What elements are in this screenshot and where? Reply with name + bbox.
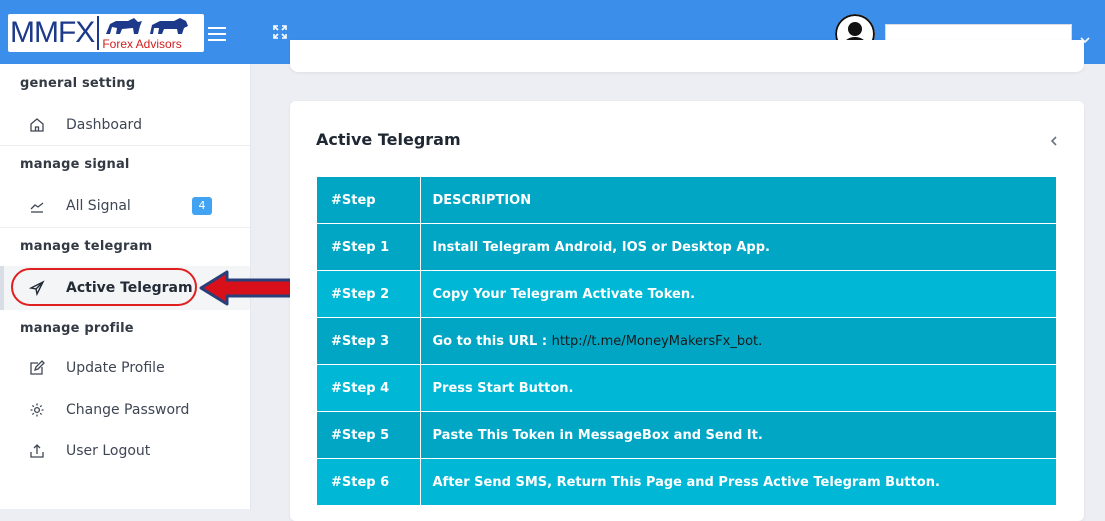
- sidebar-item-label: User Logout: [66, 443, 151, 459]
- table-row: #Step 2 Copy Your Telegram Activate Toke…: [317, 270, 1057, 318]
- step-cell: #Step 5: [317, 411, 421, 459]
- description-cell: Copy Your Telegram Activate Token.: [420, 270, 1057, 318]
- table-row: #Step 1 Install Telegram Android, IOS or…: [317, 223, 1057, 271]
- logo-mark: Forex Advisors: [102, 16, 190, 50]
- step-cell: #Step 1: [317, 223, 421, 271]
- column-header-step: #Step: [317, 177, 421, 224]
- edit-icon: [26, 357, 48, 379]
- step-cell: #Step 2: [317, 270, 421, 318]
- logo-divider: [97, 16, 100, 50]
- description-cell: Go to this URL : http://t.me/MoneyMakers…: [420, 317, 1057, 365]
- active-indicator: [0, 266, 4, 310]
- table-row: #Step 4 Press Start Button.: [317, 364, 1057, 412]
- description-text: Go to this URL :: [432, 333, 552, 349]
- description-cell: Install Telegram Android, IOS or Desktop…: [420, 223, 1057, 271]
- step-cell: #Step 4: [317, 364, 421, 412]
- table-row: #Step 5 Paste This Token in MessageBox a…: [317, 411, 1057, 459]
- step-cell: #Step 3: [317, 317, 421, 365]
- step-cell: #Step 6: [317, 458, 421, 506]
- home-icon: [26, 114, 48, 136]
- card-title: Active Telegram: [316, 130, 461, 149]
- bull-bear-icon: [102, 16, 190, 38]
- bot-url-link[interactable]: http://t.me/MoneyMakersFx_bot.: [552, 334, 763, 349]
- logout-icon: [26, 440, 48, 462]
- table-row: #Step 6 After Send SMS, Return This Page…: [317, 458, 1057, 506]
- gear-icon: [26, 399, 48, 421]
- highlight-oval: [11, 268, 197, 306]
- sidebar-item-all-signal[interactable]: All Signal: [20, 191, 131, 221]
- section-manage-signal: manage signal: [20, 157, 130, 172]
- brand-logo[interactable]: MMFX Forex Advisors: [8, 14, 204, 52]
- sidebar-item-label: Update Profile: [66, 360, 165, 376]
- description-cell: Paste This Token in MessageBox and Send …: [420, 411, 1057, 459]
- sidebar-item-update-profile[interactable]: Update Profile: [20, 353, 165, 383]
- column-header-description: DESCRIPTION: [420, 177, 1057, 224]
- description-cell: After Send SMS, Return This Page and Pre…: [420, 458, 1057, 506]
- sidebar-item-label: Change Password: [66, 402, 190, 418]
- table-row: #Step 3 Go to this URL : http://t.me/Mon…: [317, 317, 1057, 365]
- section-general-setting: general setting: [20, 76, 136, 91]
- chevron-down-icon[interactable]: [1078, 30, 1092, 44]
- top-card: [290, 40, 1084, 72]
- sidebar-item-dashboard[interactable]: Dashboard: [20, 110, 142, 140]
- sidebar-item-label: Dashboard: [66, 117, 142, 133]
- chevron-left-icon[interactable]: [1049, 133, 1059, 147]
- divider: [0, 227, 250, 228]
- description-cell: Press Start Button.: [420, 364, 1057, 412]
- steps-table: #Step DESCRIPTION #Step 1 Install Telegr…: [317, 177, 1057, 506]
- section-manage-telegram: manage telegram: [20, 239, 153, 254]
- menu-toggle-icon[interactable]: [208, 27, 226, 41]
- section-manage-profile: manage profile: [20, 321, 134, 336]
- sidebar-item-user-logout[interactable]: User Logout: [20, 436, 150, 466]
- chart-line-icon: [26, 195, 48, 217]
- logo-text: MMFX: [10, 16, 95, 49]
- fullscreen-icon[interactable]: [272, 24, 288, 40]
- signal-count-badge: 4: [192, 197, 212, 215]
- divider: [0, 145, 250, 146]
- sidebar-item-label: All Signal: [66, 198, 131, 214]
- logo-subtitle: Forex Advisors: [102, 37, 182, 51]
- table-header-row: #Step DESCRIPTION: [317, 177, 1057, 224]
- sidebar-item-change-password[interactable]: Change Password: [20, 395, 189, 425]
